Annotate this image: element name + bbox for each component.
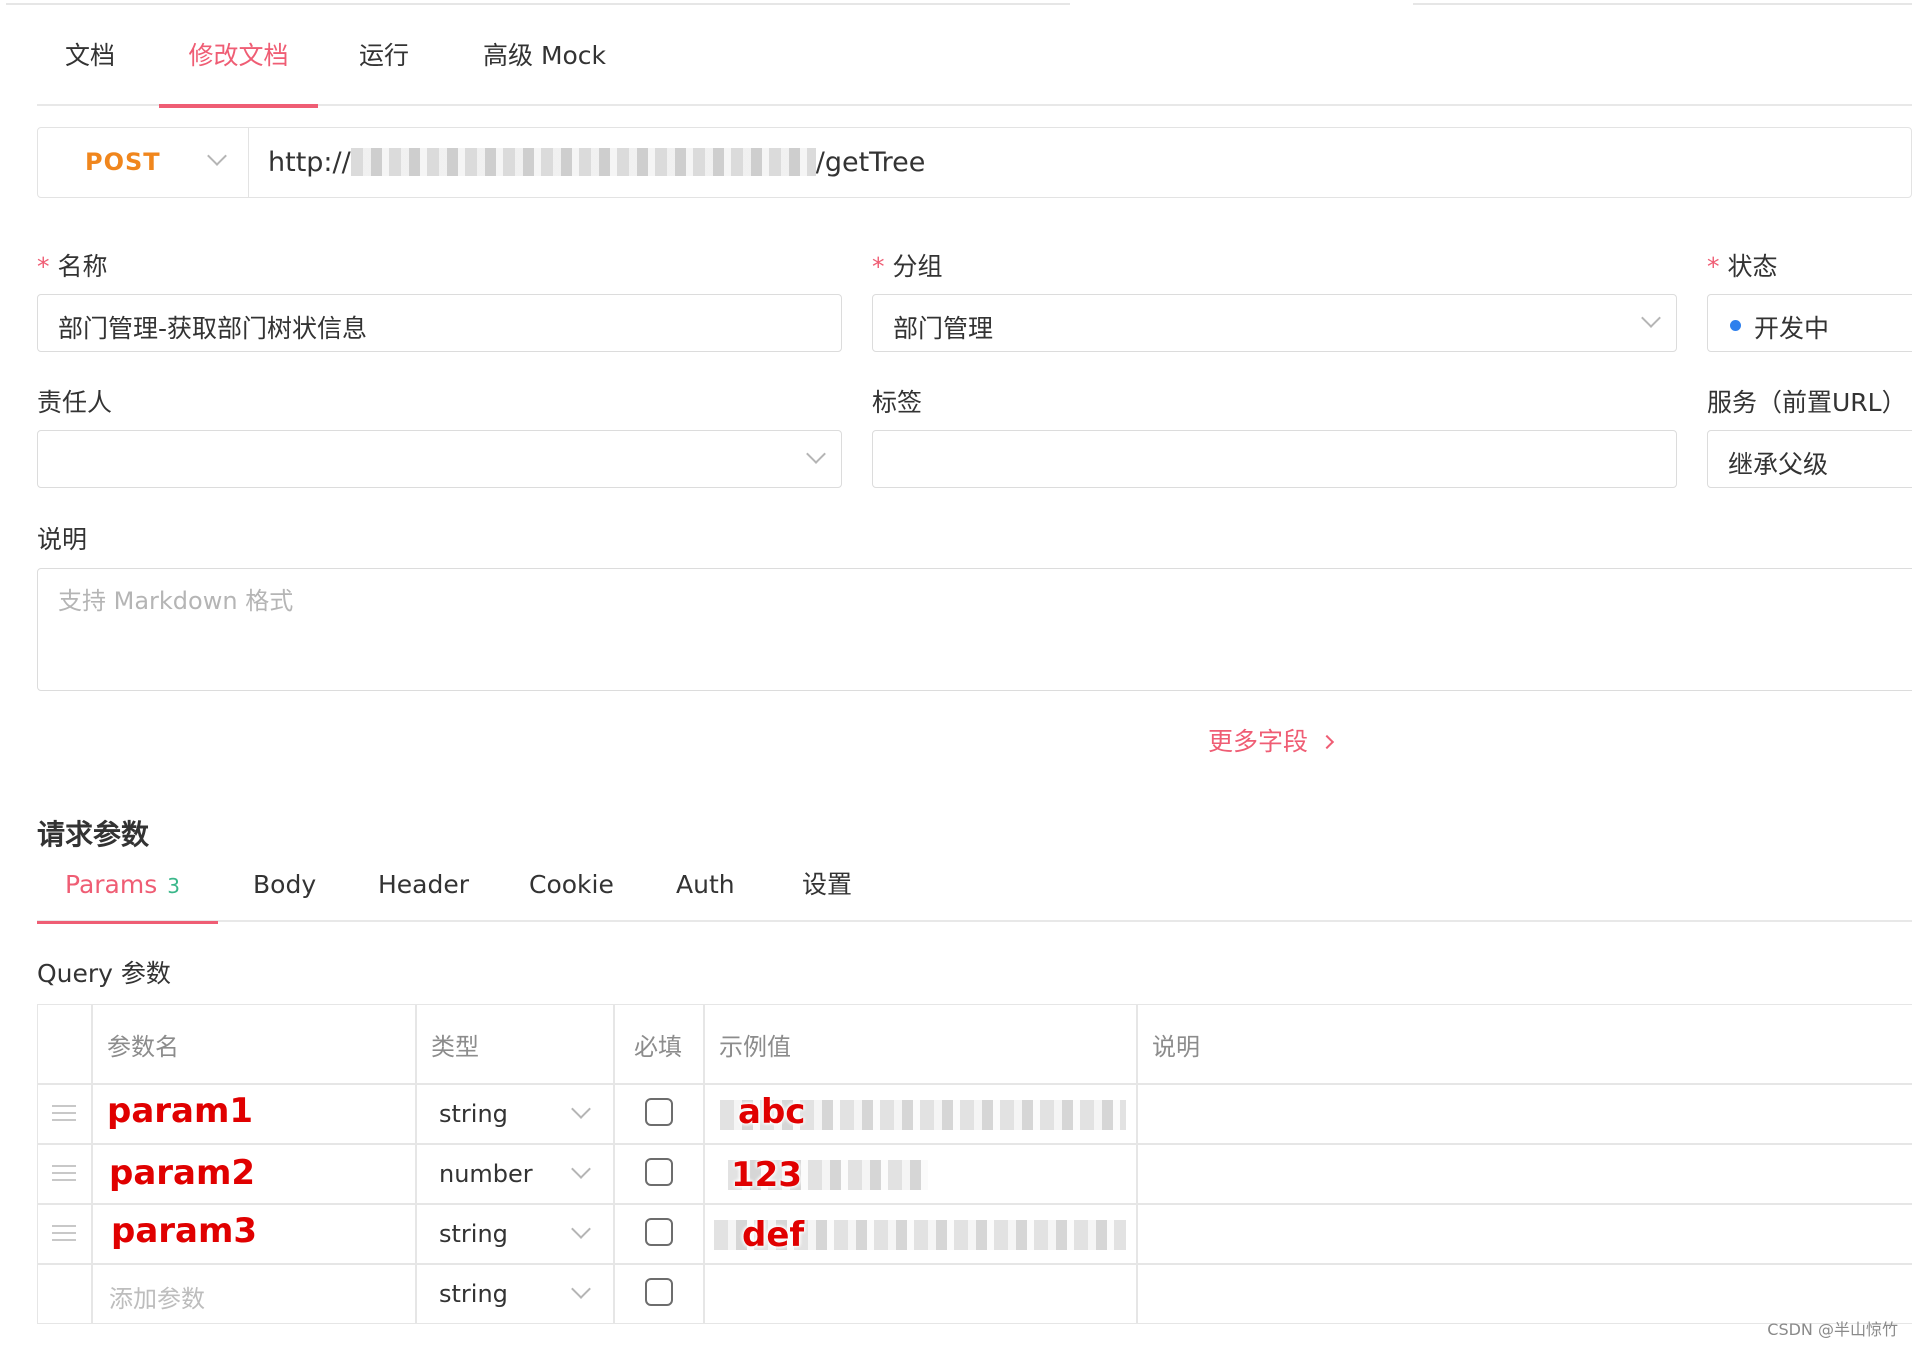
group-select[interactable]: 部门管理 <box>872 294 1677 352</box>
chevron-down-icon <box>571 1099 591 1119</box>
required-mark: * <box>1707 252 1720 281</box>
column-divider <box>703 1005 705 1323</box>
chevron-down-icon <box>207 146 227 166</box>
col-header-example: 示例值 <box>719 1033 791 1061</box>
description-label: 说明 <box>37 525 88 554</box>
tags-label: 标签 <box>872 388 923 417</box>
chevron-down-icon <box>571 1159 591 1179</box>
name-input[interactable]: 部门管理-获取部门树状信息 <box>37 294 842 352</box>
status-label: * 状态 <box>1707 247 1778 283</box>
row-divider <box>38 1203 1912 1205</box>
top-strip-segment <box>6 0 1070 5</box>
example-value-cell[interactable]: def <box>742 1215 804 1255</box>
description-textarea[interactable]: 支持 Markdown 格式 <box>37 568 1912 691</box>
param-name-cell[interactable]: param1 <box>107 1091 253 1131</box>
col-header-description: 说明 <box>1152 1033 1200 1061</box>
owner-label: 责任人 <box>37 388 113 417</box>
status-dot-icon <box>1730 320 1741 331</box>
chevron-down-icon <box>571 1279 591 1299</box>
service-select[interactable]: 继承父级 <box>1707 430 1912 488</box>
tab-settings[interactable]: 设置 <box>802 862 852 922</box>
query-params-title: Query 参数 <box>37 959 171 988</box>
param-name-cell[interactable]: param2 <box>109 1153 255 1193</box>
watermark: CSDN @半山惊竹 <box>1767 1320 1898 1339</box>
param-type-select[interactable]: string <box>439 1220 508 1248</box>
tab-advanced-mock[interactable]: 高级 Mock <box>483 24 606 106</box>
col-header-param-name: 参数名 <box>107 1033 179 1061</box>
param-type-select[interactable]: number <box>439 1160 533 1188</box>
required-checkbox[interactable] <box>645 1098 673 1126</box>
active-tab-underline <box>37 921 218 924</box>
status-label-text: 状态 <box>1727 252 1778 281</box>
top-strip-segment <box>1413 0 1912 5</box>
tab-body[interactable]: Body <box>253 862 316 922</box>
row-divider <box>38 1263 1912 1265</box>
required-mark: * <box>37 252 50 281</box>
column-divider <box>91 1005 93 1323</box>
params-count-badge: 3 <box>167 874 180 898</box>
add-param-input[interactable]: 添加参数 <box>109 1279 205 1314</box>
tags-input[interactable] <box>872 430 1677 488</box>
row-divider <box>38 1143 1912 1145</box>
drag-handle-icon[interactable] <box>52 1105 76 1126</box>
request-params-title: 请求参数 <box>37 818 150 851</box>
name-label: * 名称 <box>37 247 108 283</box>
more-fields-label: 更多字段 <box>1208 727 1309 756</box>
required-checkbox[interactable] <box>645 1218 673 1246</box>
example-value-cell[interactable]: 123 <box>731 1155 802 1195</box>
tab-auth[interactable]: Auth <box>676 862 735 922</box>
param-type-select[interactable]: string <box>439 1100 508 1128</box>
group-value: 部门管理 <box>893 314 994 343</box>
description-placeholder: 支持 Markdown 格式 <box>58 587 294 615</box>
param-name-cell[interactable]: param3 <box>111 1211 257 1251</box>
tab-cookie[interactable]: Cookie <box>529 862 614 922</box>
group-label-text: 分组 <box>892 252 943 281</box>
url-suffix: /getTree <box>815 147 926 178</box>
param-type-select[interactable]: string <box>439 1280 508 1308</box>
doc-tabs: 文档 修改文档 运行 高级 Mock <box>37 24 1912 108</box>
tab-params[interactable]: Params 3 <box>37 862 218 924</box>
tab-header[interactable]: Header <box>378 862 469 922</box>
status-select[interactable]: 开发中 <box>1707 294 1912 352</box>
url-prefix: http:// <box>268 147 351 178</box>
url-input[interactable]: http:// /getTree <box>268 143 925 183</box>
more-fields-link[interactable]: 更多字段 <box>1208 722 1335 758</box>
method-select[interactable]: POST <box>38 128 249 197</box>
drag-handle-icon[interactable] <box>52 1225 76 1246</box>
param-tabs: Params 3 Body Header Cookie Auth 设置 <box>37 862 1912 924</box>
chevron-down-icon <box>1641 308 1661 328</box>
chevron-down-icon <box>806 444 826 464</box>
name-value: 部门管理-获取部门树状信息 <box>58 314 368 343</box>
column-divider <box>613 1005 615 1323</box>
col-header-required: 必填 <box>634 1033 682 1061</box>
row-divider <box>38 1083 1912 1085</box>
required-mark: * <box>872 252 885 281</box>
service-label: 服务（前置URL） <box>1707 388 1907 417</box>
chevron-right-icon <box>1319 734 1335 750</box>
query-params-table: 参数名 类型 必填 示例值 说明 param1 string abc param… <box>37 1004 1912 1324</box>
active-tab-underline <box>159 104 318 108</box>
tab-doc[interactable]: 文档 <box>65 24 115 106</box>
top-strip <box>0 0 1912 8</box>
col-header-type: 类型 <box>431 1033 479 1061</box>
required-checkbox[interactable] <box>645 1278 673 1306</box>
url-redacted-mask <box>350 147 816 176</box>
method-label: POST <box>85 148 161 176</box>
tab-params-label: Params <box>65 870 158 899</box>
service-value: 继承父级 <box>1728 450 1829 479</box>
drag-handle-icon[interactable] <box>52 1165 76 1186</box>
column-divider <box>1136 1005 1138 1323</box>
tab-edit-doc[interactable]: 修改文档 <box>159 24 318 108</box>
example-value-cell[interactable]: abc <box>738 1092 805 1132</box>
tab-run[interactable]: 运行 <box>359 24 409 106</box>
name-label-text: 名称 <box>57 252 108 281</box>
chevron-down-icon <box>571 1219 591 1239</box>
status-value: 开发中 <box>1754 314 1830 343</box>
request-url-bar: POST http:// /getTree <box>37 127 1912 198</box>
column-divider <box>415 1005 417 1323</box>
group-label: * 分组 <box>872 247 943 283</box>
owner-select[interactable] <box>37 430 842 488</box>
required-checkbox[interactable] <box>645 1158 673 1186</box>
tab-edit-doc-label: 修改文档 <box>188 41 289 70</box>
